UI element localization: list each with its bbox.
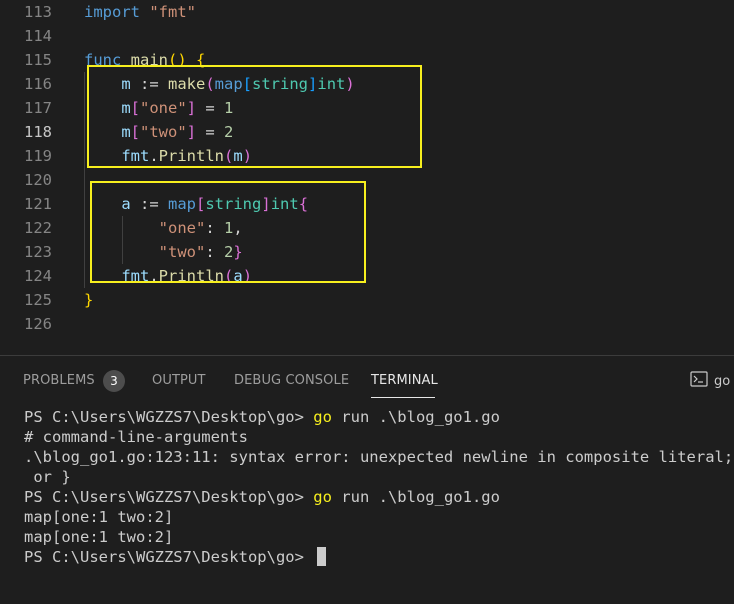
problems-count-badge: 3 — [103, 370, 125, 392]
bottom-panel: PROBLEMS 3 OUTPUT DEBUG CONSOLE TERMINAL… — [0, 355, 734, 604]
line-code: import "fmt" — [84, 0, 196, 24]
line-number: 121 — [24, 195, 52, 213]
highlight-box-make-map — [87, 65, 422, 168]
terminal-command-args: run .\blog_go1.go — [331, 488, 500, 506]
terminal-output-line: # command-line-arguments — [24, 427, 248, 447]
terminal-shell-label: go — [714, 373, 731, 389]
terminal-prompt: PS C:\Users\WGZZS7\Desktop\go> — [24, 548, 314, 566]
line-number: 123 — [24, 243, 52, 261]
line-number: 124 — [24, 267, 52, 285]
code-editor[interactable]: 113 import "fmt" 114 115 func main() {116 m … — [0, 0, 734, 355]
code-token: } — [84, 291, 94, 309]
terminal-command-args: run .\blog_go1.go — [331, 408, 500, 426]
terminal-prompt-line: PS C:\Users\WGZZS7\Desktop\go> — [24, 547, 327, 567]
tab-output[interactable]: OUTPUT — [152, 373, 206, 388]
terminal-shell-selector[interactable]: go — [690, 371, 730, 391]
terminal-text: map[one:1 two:2] — [24, 528, 174, 546]
terminal-text: .\blog_go1.go:123:11: syntax error: unex… — [24, 448, 734, 466]
terminal-text: map[one:1 two:2] — [24, 508, 174, 526]
line-number: 119 — [24, 147, 52, 165]
terminal-output-line: or } — [24, 467, 71, 487]
terminal-cursor — [317, 547, 327, 566]
terminal-output-line: map[one:1 two:2] — [24, 507, 173, 527]
terminal-prompt: PS C:\Users\WGZZS7\Desktop\go> — [24, 408, 314, 426]
code-line[interactable]: 126 — [0, 312, 734, 336]
indent-guide — [84, 72, 85, 288]
line-number: 125 — [24, 291, 52, 309]
code-token: import — [84, 3, 140, 21]
line-number: 126 — [24, 315, 52, 333]
terminal-prompt-line: PS C:\Users\WGZZS7\Desktop\go> go run .\… — [24, 487, 500, 507]
terminal-text: # command-line-arguments — [24, 428, 248, 446]
tab-debug-console[interactable]: DEBUG CONSOLE — [234, 373, 349, 388]
tab-problems[interactable]: PROBLEMS — [23, 373, 95, 388]
terminal-icon — [690, 371, 708, 391]
line-number: 122 — [24, 219, 52, 237]
line-number: 120 — [24, 171, 52, 189]
line-number: 113 — [24, 3, 52, 21]
line-code: } — [84, 288, 93, 312]
code-line[interactable]: 114 — [0, 24, 734, 48]
terminal-prompt: PS C:\Users\WGZZS7\Desktop\go> — [24, 488, 314, 506]
terminal-text: or } — [24, 468, 71, 486]
terminal-prompt-line: PS C:\Users\WGZZS7\Desktop\go> go run .\… — [24, 407, 500, 427]
tab-terminal[interactable]: TERMINAL — [371, 373, 438, 388]
line-number: 116 — [24, 75, 52, 93]
terminal-output-line: .\blog_go1.go:123:11: syntax error: unex… — [24, 447, 734, 467]
highlight-box-map-literal — [90, 181, 366, 283]
line-number: 117 — [24, 99, 52, 117]
terminal-output-line: map[one:1 two:2] — [24, 527, 173, 547]
active-tab-indicator — [371, 397, 435, 398]
line-number: 114 — [24, 27, 52, 45]
terminal-command: go — [313, 488, 332, 506]
code-line[interactable]: 125} — [0, 288, 734, 312]
line-number: 115 — [24, 51, 52, 69]
line-number: 118 — [24, 123, 52, 141]
code-line[interactable]: 113 import "fmt" — [0, 0, 734, 24]
code-token: "fmt" — [149, 3, 197, 21]
terminal-command: go — [313, 408, 332, 426]
